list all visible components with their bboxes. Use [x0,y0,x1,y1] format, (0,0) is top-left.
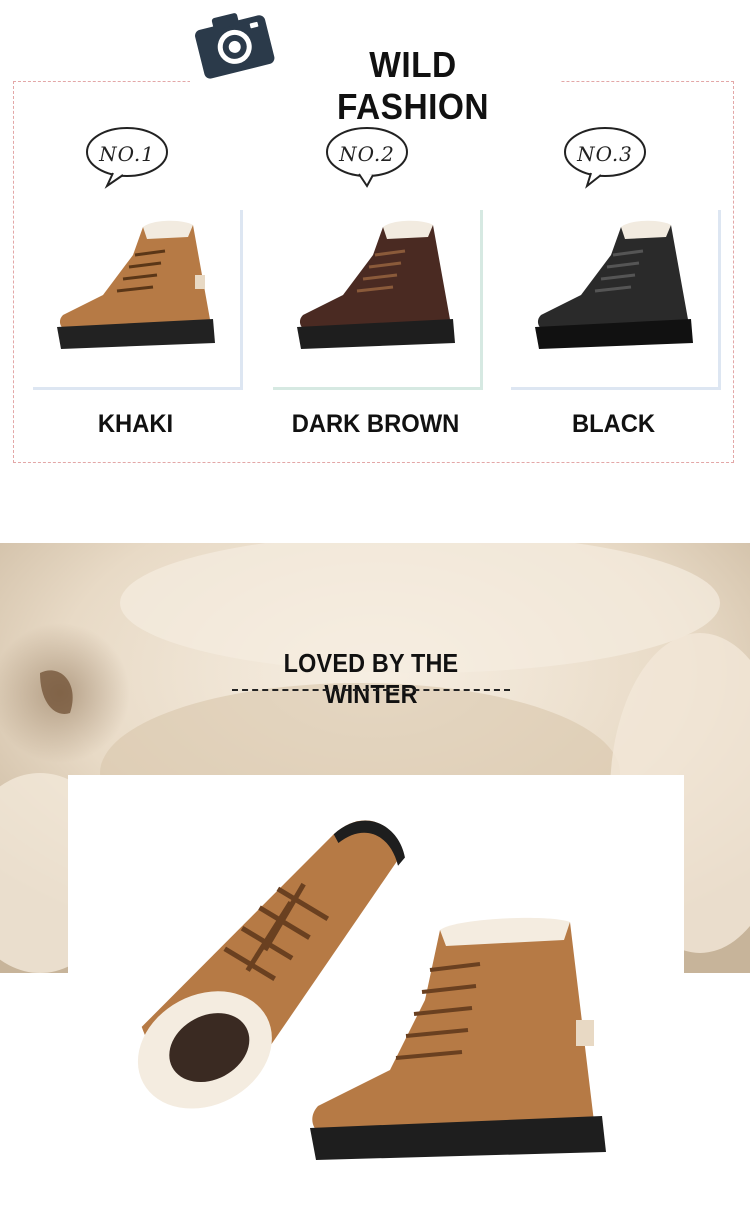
badge-label: NO.1 [99,142,155,166]
boot-photo [33,210,243,390]
badge-label: NO.3 [577,142,633,166]
badge-number: NO.3 [561,120,649,190]
color-variants-section: WILD FASHION NO.1 KHAKI NO.2 DARK BROWN … [0,0,750,500]
boot-black-image [535,220,693,349]
color-name: KHAKI [97,410,174,438]
boots-pair-image [137,820,606,1160]
boot-khaki-image [57,220,215,349]
variant-card-dark-brown[interactable]: NO.2 DARK BROWN [268,115,483,445]
color-name: DARK BROWN [291,410,460,438]
camera-icon [195,13,275,79]
boot-photo [273,210,483,390]
color-name: BLACK [571,410,656,438]
dashed-divider [232,689,510,691]
section-heading: LOVED BY THE WINTER [283,648,459,709]
badge-label: NO.2 [339,142,395,166]
variant-card-black[interactable]: NO.3 BLACK [506,115,721,445]
badge-number: NO.2 [323,120,411,190]
badge-number: NO.1 [83,120,171,190]
variant-card-khaki[interactable]: NO.1 KHAKI [28,115,243,445]
boot-dark-brown-image [297,220,455,349]
boot-photo [511,210,721,390]
